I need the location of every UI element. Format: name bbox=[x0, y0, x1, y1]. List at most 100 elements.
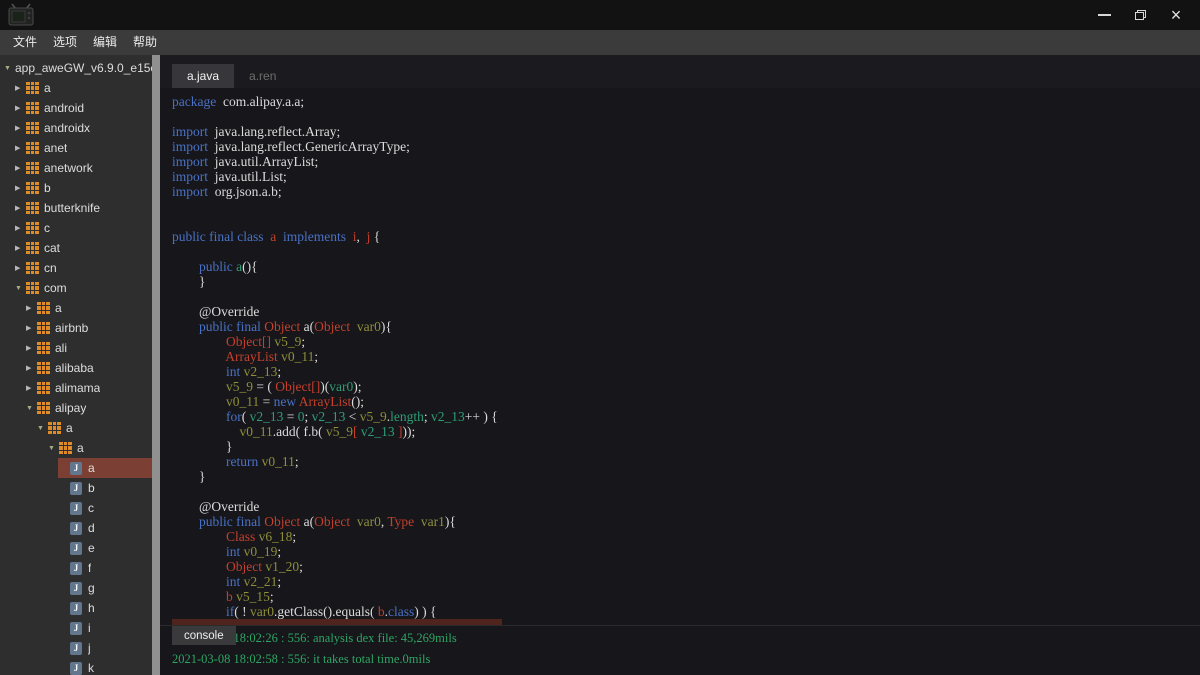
expand-arrow-right-icon[interactable]: ▶ bbox=[26, 304, 37, 312]
editor-column: a.java a.ren package com.alipay.a.a; imp… bbox=[160, 55, 1200, 675]
tree-item-class[interactable]: Ji bbox=[0, 618, 152, 638]
tree-item-label: android bbox=[44, 101, 85, 115]
code-line: Object v1_20; bbox=[226, 559, 303, 574]
tree-item-package[interactable]: ▶ airbnb bbox=[0, 318, 152, 338]
expand-arrow-right-icon[interactable]: ▶ bbox=[15, 224, 26, 232]
tree-item-label: h bbox=[88, 601, 95, 615]
tree-item-class[interactable]: Jk bbox=[0, 658, 152, 675]
expand-arrow-right-icon[interactable]: ▶ bbox=[15, 244, 26, 252]
tab-a-ren[interactable]: a.ren bbox=[234, 64, 291, 88]
expand-arrow-right-icon[interactable]: ▶ bbox=[15, 184, 26, 192]
expand-arrow-right-icon[interactable]: ▶ bbox=[15, 264, 26, 272]
tree-item-package[interactable]: ▶ anet bbox=[0, 138, 152, 158]
code-line: return v0_11; bbox=[226, 454, 299, 469]
expand-arrow-right-icon[interactable]: ▶ bbox=[15, 204, 26, 212]
tree-item-class[interactable]: Jc bbox=[0, 498, 152, 518]
package-icon bbox=[37, 302, 50, 314]
tree-item-class[interactable]: Jj bbox=[0, 638, 152, 658]
expand-arrow-down-icon[interactable]: ▼ bbox=[48, 445, 59, 452]
expand-arrow-down-icon[interactable]: ▼ bbox=[4, 65, 15, 72]
package-icon bbox=[37, 322, 50, 334]
code-line: } bbox=[172, 469, 206, 484]
expand-arrow-down-icon[interactable]: ▼ bbox=[37, 425, 48, 432]
tree-item-root[interactable]: ▼app_aweGW_v6.9.0_e15ed6 bbox=[0, 58, 152, 78]
tree-item-class[interactable]: Ja bbox=[0, 458, 152, 478]
expand-arrow-right-icon[interactable]: ▶ bbox=[15, 124, 26, 132]
java-class-icon: J bbox=[70, 541, 82, 555]
tree-item-class[interactable]: Jg bbox=[0, 578, 152, 598]
tree-item-label: i bbox=[88, 621, 91, 635]
menu-item-file[interactable]: 文件 bbox=[5, 30, 45, 55]
file-tree: ▼app_aweGW_v6.9.0_e15ed6▶a▶android▶andro… bbox=[0, 55, 152, 675]
tree-scrollbar[interactable] bbox=[152, 55, 160, 675]
tree-item-package[interactable]: ▶ androidx bbox=[0, 118, 152, 138]
expand-arrow-right-icon[interactable]: ▶ bbox=[15, 84, 26, 92]
code-line: v0_11 = new ArrayList(); bbox=[226, 394, 364, 409]
console-panel: console 2021-03-08 18:02:26 : 556: analy… bbox=[160, 625, 1200, 675]
tree-item-package[interactable]: ▶ android bbox=[0, 98, 152, 118]
expand-arrow-right-icon[interactable]: ▶ bbox=[26, 384, 37, 392]
package-icon bbox=[26, 102, 39, 114]
package-icon bbox=[26, 82, 39, 94]
tree-item-class[interactable]: Jb bbox=[0, 478, 152, 498]
tree-item-package[interactable]: ▼ com bbox=[0, 278, 152, 298]
tree-item-label: anetwork bbox=[44, 161, 93, 175]
expand-arrow-down-icon[interactable]: ▼ bbox=[15, 285, 26, 292]
expand-arrow-right-icon[interactable]: ▶ bbox=[15, 144, 26, 152]
tree-item-class[interactable]: Jh bbox=[0, 598, 152, 618]
tree-item-package[interactable]: ▶ anetwork bbox=[0, 158, 152, 178]
tree-item-package[interactable]: ▶ alibaba bbox=[0, 358, 152, 378]
code-line: package com.alipay.a.a; bbox=[172, 94, 305, 109]
tree-item-package[interactable]: ▶ cat bbox=[0, 238, 152, 258]
code-editor[interactable]: package com.alipay.a.a; import java.lang… bbox=[160, 88, 1200, 625]
minimize-button[interactable] bbox=[1086, 2, 1122, 28]
sidebar: ▼app_aweGW_v6.9.0_e15ed6▶a▶android▶andro… bbox=[0, 55, 160, 675]
close-button[interactable]: × bbox=[1158, 2, 1194, 28]
console-log-line: 2021-03-08 18:02:58 : 556: it takes tota… bbox=[172, 652, 431, 666]
expand-arrow-down-icon[interactable]: ▼ bbox=[26, 405, 37, 412]
package-icon bbox=[37, 402, 50, 414]
menu-item-help[interactable]: 帮助 bbox=[125, 30, 165, 55]
expand-arrow-right-icon[interactable]: ▶ bbox=[15, 164, 26, 172]
menu-item-edit[interactable]: 编辑 bbox=[85, 30, 125, 55]
package-icon bbox=[37, 342, 50, 354]
package-icon bbox=[26, 122, 39, 134]
tree-item-package[interactable]: ▼ a bbox=[0, 438, 152, 458]
tree-item-label: app_aweGW_v6.9.0_e15ed6 bbox=[15, 61, 152, 75]
package-icon bbox=[26, 222, 39, 234]
code-line: } bbox=[172, 274, 206, 289]
tree-item-label: f bbox=[88, 561, 92, 575]
expand-arrow-right-icon[interactable]: ▶ bbox=[26, 364, 37, 372]
tree-item-package[interactable]: ▶ a bbox=[0, 298, 152, 318]
app-window: × 文件 选项 编辑 帮助 ▼app_aweGW_v6.9.0_e15ed6▶a… bbox=[0, 0, 1200, 675]
tree-item-label: a bbox=[44, 81, 51, 95]
tree-item-package[interactable]: ▶ ali bbox=[0, 338, 152, 358]
tree-item-package[interactable]: ▶ butterknife bbox=[0, 198, 152, 218]
package-icon bbox=[48, 422, 61, 434]
package-icon bbox=[26, 182, 39, 194]
menu-item-options[interactable]: 选项 bbox=[45, 30, 85, 55]
tree-item-label: alibaba bbox=[55, 361, 94, 375]
tree-item-package[interactable]: ▶ b bbox=[0, 178, 152, 198]
expand-arrow-right-icon[interactable]: ▶ bbox=[26, 344, 37, 352]
expand-arrow-right-icon[interactable]: ▶ bbox=[26, 324, 37, 332]
expand-arrow-right-icon[interactable]: ▶ bbox=[15, 104, 26, 112]
java-class-icon: J bbox=[70, 621, 82, 635]
tree-item-class[interactable]: Je bbox=[0, 538, 152, 558]
tree-item-package[interactable]: ▶ alimama bbox=[0, 378, 152, 398]
tree-item-class[interactable]: Jd bbox=[0, 518, 152, 538]
tree-item-package[interactable]: ▶ cn bbox=[0, 258, 152, 278]
tree-item-class[interactable]: Jf bbox=[0, 558, 152, 578]
console-tab[interactable]: console bbox=[172, 626, 236, 645]
maximize-button[interactable] bbox=[1122, 2, 1158, 28]
tab-a-java[interactable]: a.java bbox=[172, 64, 235, 88]
tree-item-label: k bbox=[88, 661, 94, 675]
tree-item-label: butterknife bbox=[44, 201, 101, 215]
tree-item-package[interactable]: ▶ c bbox=[0, 218, 152, 238]
tree-item-package[interactable]: ▶ a bbox=[0, 78, 152, 98]
tree-item-package[interactable]: ▼ a bbox=[0, 418, 152, 438]
tree-item-label: alipay bbox=[55, 401, 87, 415]
tree-item-package[interactable]: ▼ alipay bbox=[0, 398, 152, 418]
tree-item-label: cat bbox=[44, 241, 61, 255]
code-line: @Override bbox=[172, 499, 260, 514]
